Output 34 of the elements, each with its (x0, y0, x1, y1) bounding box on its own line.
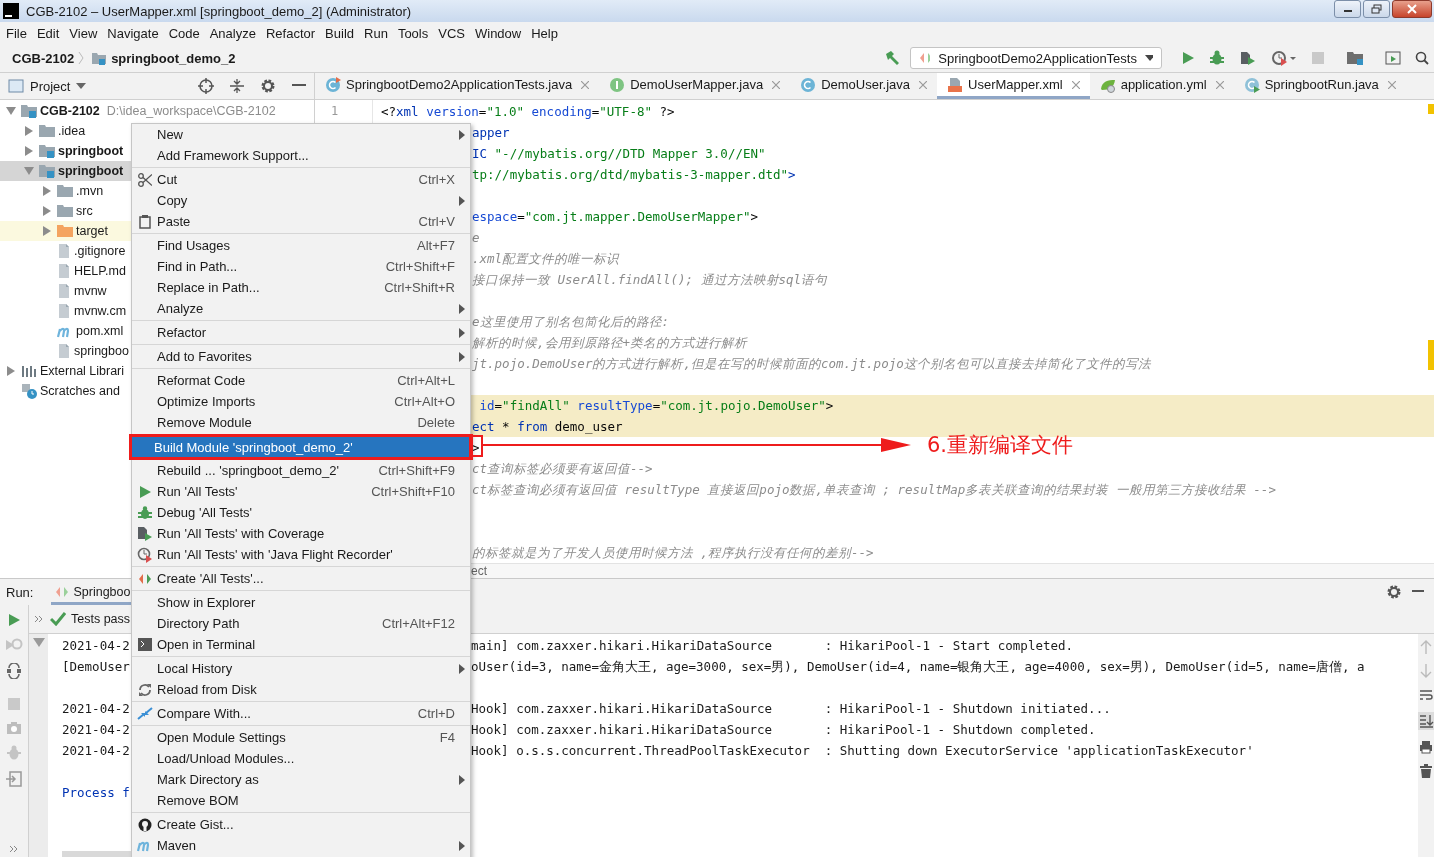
code-line: e这里使用了别名包简化后的路径: (472, 314, 670, 329)
window-title: CGB-2102 – UserMapper.xml [springboot_demo_2] (Administrator) (26, 3, 412, 19)
code-line: > (472, 440, 480, 455)
console-line: Hook] o.s.s.concurrent.ThreadPoolTaskExecutor : Shutting down ExecutorService 'applicationTaskExecutor' (471, 742, 1254, 760)
console-line: 2021-04-2 (62, 742, 131, 760)
console-line: 2021-04-2 (62, 700, 131, 718)
run-label: Run: (6, 584, 34, 600)
console-line: [DemoUser (62, 658, 131, 676)
console-line: Hook] com.zaxxer.hikari.HikariDataSource : HikariPool-1 - Shutdown initiated... (471, 700, 1111, 718)
code-line: 解析的时候,会用到原路径+类名的方式进行解析 (472, 335, 748, 350)
code-line: espace="com.jt.mapper.DemoUserMapper"> (472, 209, 758, 224)
console-line: oUser(id=3, name=金角大王, age=3000, sex=男), DemoUser(id=4, name=银角大王, age=4000, sex=男), DemoUser(id=5, name=唐僧, a (471, 658, 1365, 676)
console-line: Process f (62, 784, 131, 802)
path-hint: D:\idea_workspace\CGB-2102 (106, 104, 276, 118)
code-line: id="findAll" resultType="com.jt.pojo.DemoUser"> (478, 398, 834, 413)
console-line: main] com.zaxxer.hikari.HikariDataSource : HikariPool-1 - Start completed. (471, 637, 1074, 655)
code-line: IC "-//mybatis.org//DTD Mapper 3.0//EN" (472, 146, 766, 161)
code-line: jt.pojo.DemoUser的方式进行解析,但是在写的时候前面的com.jt.pojo这个别名包可以直接去掉简化了文件的写法 (472, 356, 1151, 371)
code-line: ct标签查询必须有返回值 resultType 直接返回pojo数据,单表查询 ; resultMap多表关联查询的结果封装 一般用第三方接收结果 --> (472, 482, 1276, 497)
code-line: ect * from demo_user (472, 419, 623, 434)
code-line: apper (472, 125, 510, 140)
console-line: 2021-04-2 (62, 721, 131, 739)
code-line: tp://mybatis.org/dtd/mybatis-3-mapper.dtd"> (472, 167, 796, 182)
console-line: 2021-04-2 (62, 637, 131, 655)
code-line: e (472, 230, 480, 245)
code-line: 的标签就是为了开发人员使用时候方法 ,程序执行没有任何的差别--> (472, 545, 874, 560)
test-status: Tests pass (71, 612, 131, 626)
annotation-text: 6.重新编译文件 (927, 432, 1074, 459)
console-line: Hook] com.zaxxer.hikari.HikariDataSource : HikariPool-1 - Shutdown completed. (471, 721, 1096, 739)
code-line: <?xml version="1.0" encoding="UTF-8" ?> (381, 104, 675, 119)
line-number: 1 (330, 103, 340, 120)
code-line: ct查询标签必须要有返回值--> (472, 461, 653, 476)
code-line: 接口保持一致 UserAll.findAll(); 通过方法映射sql语句 (472, 272, 828, 287)
code-line: .xml配置文件的唯一标识 (472, 251, 620, 266)
